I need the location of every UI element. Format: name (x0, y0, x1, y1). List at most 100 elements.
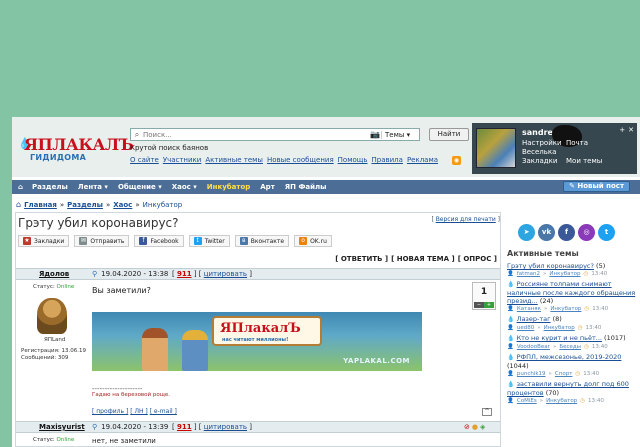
link-help[interactable]: Помощь (338, 156, 368, 164)
email-link[interactable]: [ e-mail ] (150, 408, 177, 415)
topic-link[interactable]: Россияне толпами снимают наличные после … (507, 280, 635, 305)
quote-link[interactable]: цитировать (204, 270, 247, 278)
profile-link[interactable]: [ профиль ] (92, 408, 128, 415)
smile-icon[interactable]: ⊘ (464, 423, 470, 431)
topic-count: (5) (596, 262, 606, 270)
topic-meta: 👤 Катаняк» Инкубатор ◷ 13:40 (507, 305, 640, 313)
print-version-link[interactable]: Версия для печати (436, 216, 496, 223)
link-settings[interactable]: Настройки (522, 139, 566, 147)
pm-link[interactable]: [ ЛН ] (130, 408, 148, 415)
topic-board[interactable]: Инкубатор (550, 305, 581, 313)
search-input[interactable] (143, 129, 369, 140)
nav-sections[interactable]: Разделы (27, 183, 73, 191)
topic-time: 13:40 (585, 325, 602, 331)
topic-user[interactable]: CoMiEs (517, 397, 537, 405)
nav-files[interactable]: ЯП Файлы (280, 183, 332, 191)
search-button[interactable]: Найти (429, 128, 469, 141)
list-item: 💧 Россияне толпами снимают наличные посл… (507, 280, 640, 313)
search-scope-select[interactable]: Темы ▾ (381, 130, 419, 139)
share-ok-button[interactable]: о OK.ru (294, 235, 332, 247)
meta-separator: » (543, 271, 547, 277)
post-number[interactable]: 911 (177, 270, 192, 278)
topic-user[interactable]: punchik19 (517, 370, 546, 378)
link-veselka[interactable]: Веселька (522, 148, 566, 156)
quote-link[interactable]: цитировать (204, 423, 247, 431)
home-icon[interactable]: ⌂ (12, 183, 27, 191)
breadcrumb-sections[interactable]: Разделы (67, 201, 103, 209)
post-author[interactable]: Maxisyurist (39, 423, 85, 431)
share-send-button[interactable]: ✉ Отправить (74, 235, 130, 247)
site-logo[interactable]: 💧 ЯПЛАКАЛЪ ГИДИДОМА (18, 135, 134, 163)
drop-icon: 💧 (507, 316, 515, 323)
post-author[interactable]: Ядолов (39, 270, 69, 278)
new-topic-button[interactable]: [ НОВАЯ ТЕМА ] (391, 255, 455, 263)
breadcrumb-separator: » (135, 200, 140, 209)
expand-icon[interactable]: + (619, 126, 625, 134)
post-image[interactable]: ЯПлакалЪ нас читают миллионы! YAPLAKAL.C… (92, 312, 422, 371)
topic-user[interactable]: VoodooBear (517, 343, 550, 351)
tagline: Крутой поиск баянов (130, 144, 209, 152)
topic-board[interactable]: Инкубатор (546, 397, 577, 405)
link-new-messages[interactable]: Новые сообщения (267, 156, 334, 164)
post-number[interactable]: 911 (177, 423, 192, 431)
link-mail[interactable]: Почта (566, 139, 626, 147)
breadcrumb-home[interactable]: Главная (24, 201, 57, 209)
author-avatar[interactable] (37, 298, 67, 334)
post-header: Maxisyurist ⚲ 19.04.2020 - 13:39 [ 911 ] … (16, 421, 500, 433)
camera-icon[interactable]: 📷 (369, 130, 381, 139)
topic-board[interactable]: Спорт (555, 370, 573, 378)
topic-user[interactable]: ued80 (517, 324, 534, 332)
award-icon[interactable]: ◈ (480, 423, 485, 431)
breadcrumb-chaos[interactable]: Хаос (113, 201, 132, 209)
username[interactable]: sandre (522, 128, 553, 137)
nav-feed[interactable]: Лента ▾ (73, 183, 113, 191)
topic-link[interactable]: Грэту убил коронавирус? (507, 262, 594, 270)
post-link-icon[interactable]: ⚲ (92, 270, 97, 278)
share-vk-button[interactable]: в Вконтакте (234, 235, 290, 247)
nav-art[interactable]: Арт (255, 183, 280, 191)
link-members[interactable]: Участники (163, 156, 202, 164)
drop-icon: 💧 (507, 354, 515, 361)
share-bookmarks-button[interactable]: ★ Закладки (18, 235, 70, 247)
close-icon[interactable]: ✕ (628, 126, 634, 134)
nav-chaos[interactable]: Хаос ▾ (167, 183, 202, 191)
scroll-top-button[interactable]: ^ (482, 408, 492, 416)
topic-user[interactable]: fatman2 (517, 270, 540, 278)
vote-down-button[interactable]: − (474, 302, 484, 308)
topic-user[interactable]: Катаняк (517, 305, 541, 313)
rss-icon[interactable]: ◉ (452, 156, 461, 165)
new-post-button[interactable]: ✎ Новый пост (563, 181, 630, 192)
topic-link[interactable]: заставили вернуть долг под 600 процентов (507, 380, 629, 397)
link-ads[interactable]: Реклама (407, 156, 438, 164)
vote-up-button[interactable]: + (484, 302, 494, 308)
nav-incubator[interactable]: Инкубатор (202, 183, 256, 191)
post-link-icon[interactable]: ⚲ (92, 423, 97, 431)
logo-subtitle: ГИДИДОМА (30, 153, 87, 162)
avatar[interactable] (476, 128, 516, 168)
instagram-icon[interactable]: ◎ (578, 224, 595, 241)
topic-link[interactable]: РФПЛ, межсезонье, 2019-2020 (517, 353, 622, 361)
attach-icon[interactable]: ● (472, 423, 478, 431)
link-bookmarks[interactable]: Закладки (522, 157, 566, 165)
author-registered: Регистрация: 13.06.19 (21, 348, 86, 354)
user-panel-icons: + ✕ (619, 126, 634, 134)
topic-board[interactable]: Инкубатор (549, 270, 580, 278)
telegram-icon[interactable]: ➤ (518, 224, 535, 241)
topic-link[interactable]: Лазер-таг (517, 315, 551, 323)
share-facebook-button[interactable]: f Facebook (134, 235, 184, 247)
twitter-icon[interactable]: t (598, 224, 615, 241)
link-about[interactable]: О сайте (130, 156, 159, 164)
share-twitter-button[interactable]: t Twitter (188, 235, 230, 247)
meta-separator: » (537, 325, 541, 331)
link-active-topics[interactable]: Активные темы (205, 156, 263, 164)
link-my-topics[interactable]: Мои темы (566, 157, 626, 165)
poll-button[interactable]: [ ОПРОС ] (458, 255, 497, 263)
topic-board[interactable]: Инкубатор (544, 324, 575, 332)
facebook-icon[interactable]: f (558, 224, 575, 241)
nav-social[interactable]: Общение ▾ (113, 183, 167, 191)
topic-link[interactable]: Кто не курит и не пьёт... (517, 334, 602, 342)
topic-board[interactable]: Беседы (559, 343, 581, 351)
link-rules[interactable]: Правила (372, 156, 403, 164)
vk-icon[interactable]: vk (538, 224, 555, 241)
reply-button[interactable]: [ ОТВЕТИТЬ ] (335, 255, 388, 263)
